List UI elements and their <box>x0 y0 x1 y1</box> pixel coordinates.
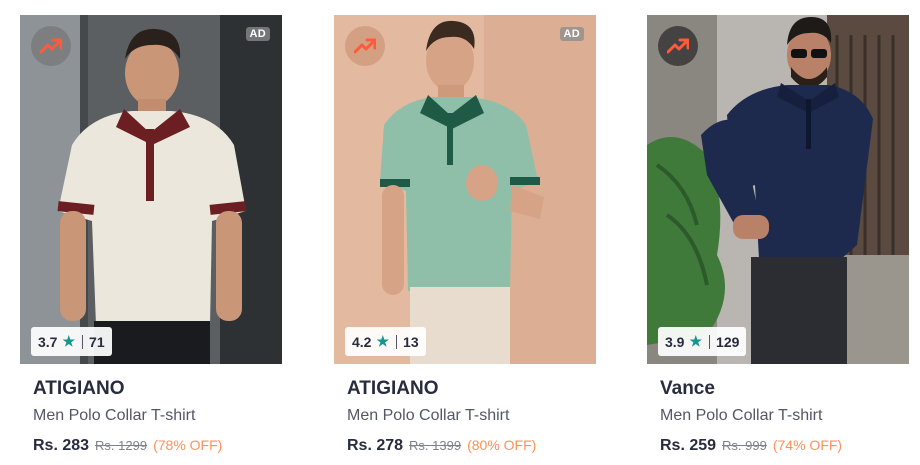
rating-badge: 4.2 ★ 13 <box>345 327 426 356</box>
selling-price: Rs. 283 <box>33 437 90 454</box>
product-card[interactable]: AD 4.2 ★ 13 ATIGIANO Men Polo Collar T-s… <box>334 0 618 465</box>
trending-icon[interactable] <box>658 26 698 66</box>
product-name[interactable]: Men Polo Collar T-shirt <box>33 407 195 425</box>
star-icon: ★ <box>689 333 703 349</box>
product-price: Rs. 278 Rs. 1399 (80% OFF) <box>347 437 536 455</box>
product-name[interactable]: Men Polo Collar T-shirt <box>347 407 509 425</box>
discount-label: (78% OFF) <box>153 437 223 453</box>
discount-label: (74% OFF) <box>772 437 843 453</box>
product-brand[interactable]: ATIGIANO <box>347 378 438 400</box>
rating-value: 3.9 <box>665 333 685 350</box>
ad-badge: AD <box>245 27 270 41</box>
rating-count: 13 <box>403 333 419 350</box>
product-brand[interactable]: Vance <box>660 378 715 400</box>
selling-price: Rs. 278 <box>347 437 404 454</box>
product-card[interactable]: 3.9 ★ 129 Vance Men Polo Collar T-shirt … <box>647 0 920 465</box>
product-image[interactable]: 3.9 ★ 129 <box>647 15 909 364</box>
product-card[interactable]: AD 3.7 ★ 71 ATIGIANO Men Polo Collar T-s… <box>20 0 304 465</box>
rating-count: 71 <box>89 333 105 350</box>
product-price: Rs. 259 Rs. 999 (74% OFF) <box>660 437 842 455</box>
discount-label: (80% OFF) <box>467 437 537 453</box>
original-price: Rs. 1399 <box>409 438 462 453</box>
original-price: Rs. 999 <box>722 438 767 453</box>
trending-icon[interactable] <box>31 26 71 66</box>
product-image[interactable]: AD 3.7 ★ 71 <box>20 15 282 364</box>
product-price: Rs. 283 Rs. 1299 (78% OFF) <box>33 437 222 455</box>
rating-badge: 3.9 ★ 129 <box>658 327 747 356</box>
star-icon: ★ <box>376 333 390 349</box>
original-price: Rs. 1299 <box>95 438 148 453</box>
rating-divider <box>396 334 398 349</box>
product-brand[interactable]: ATIGIANO <box>33 378 124 400</box>
rating-badge: 3.7 ★ 71 <box>31 327 112 356</box>
product-image[interactable]: AD 4.2 ★ 13 <box>334 15 596 364</box>
rating-value: 3.7 <box>38 333 58 350</box>
trending-icon[interactable] <box>345 26 385 66</box>
rating-value: 4.2 <box>352 333 372 350</box>
rating-divider <box>709 334 711 349</box>
selling-price: Rs. 259 <box>660 437 717 454</box>
rating-count: 129 <box>716 333 740 350</box>
product-name[interactable]: Men Polo Collar T-shirt <box>660 407 822 425</box>
ad-badge: AD <box>559 27 584 41</box>
star-icon: ★ <box>62 333 76 349</box>
rating-divider <box>82 334 84 349</box>
